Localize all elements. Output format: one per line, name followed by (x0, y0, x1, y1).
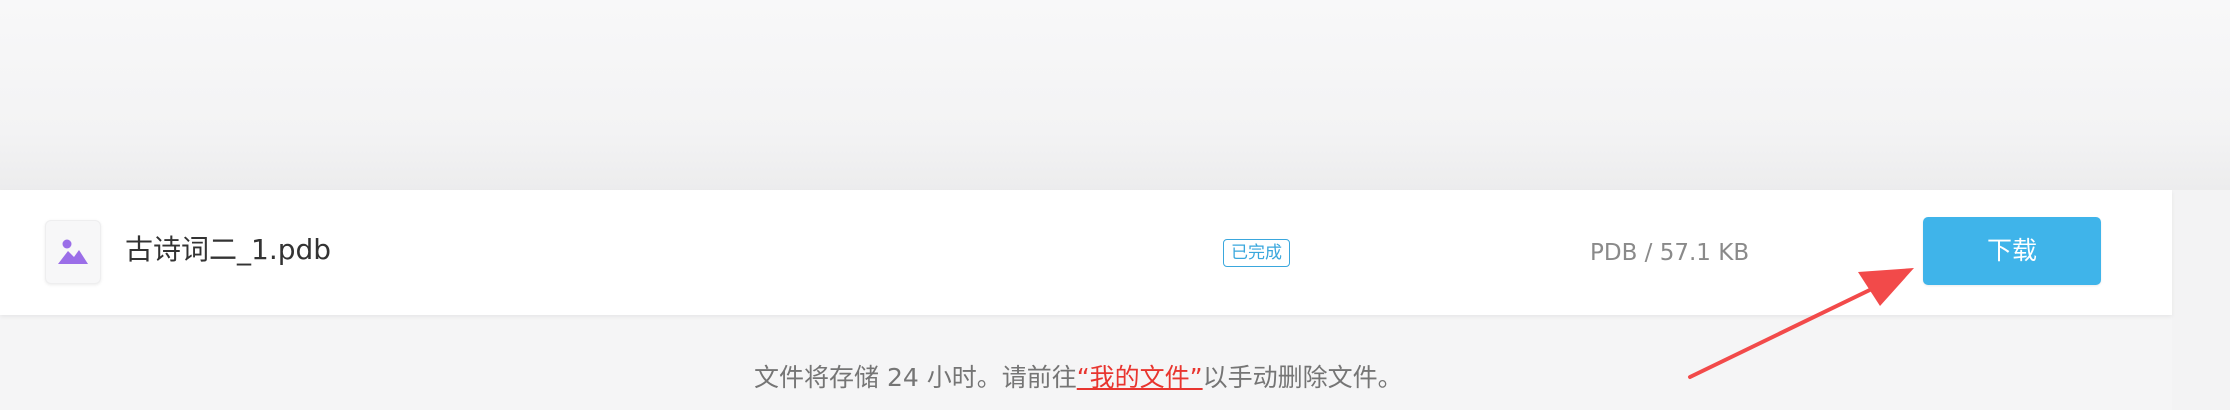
notice-text-before: 文件将存储 24 小时。请前往 (754, 363, 1077, 392)
annotation-arrow (1688, 268, 1914, 379)
annotation-arrow-shaft (1688, 284, 1880, 379)
my-files-link[interactable]: “我的文件” (1077, 363, 1203, 392)
storage-notice: 文件将存储 24 小时。请前往“我的文件”以手动删除文件。 (754, 361, 1403, 395)
annotation-arrow-head (1858, 268, 1914, 306)
notice-text-after: 以手动删除文件。 (1202, 363, 1403, 392)
